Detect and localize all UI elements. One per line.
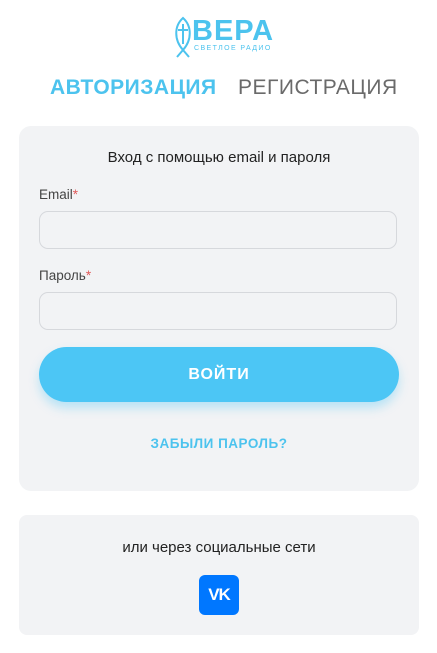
logo-tagline: светлое радио [194,45,272,52]
forgot-password-link[interactable]: ЗАБЫЛИ ПАРОЛЬ? [19,436,419,451]
login-button[interactable]: ВОЙТИ [39,347,399,402]
fish-cross-icon [175,16,191,58]
tab-registration[interactable]: РЕГИСТРАЦИЯ [238,73,398,103]
logo[interactable]: ВЕРА светлое радио [172,16,273,60]
email-field[interactable] [39,211,397,249]
tab-authorization[interactable]: АВТОРИЗАЦИЯ [50,73,217,103]
password-label: Пароль* [39,268,92,283]
required-mark: * [85,268,92,283]
email-label: Email* [39,187,79,202]
login-card: Вход с помощью email и пароля Email* Пар… [19,126,419,491]
password-field[interactable] [39,292,397,330]
logo-wordmark: ВЕРА [192,15,275,47]
auth-tabs: АВТОРИЗАЦИЯ РЕГИСТРАЦИЯ [0,73,437,103]
social-title: или через социальные сети [122,539,316,556]
vk-icon[interactable]: VK [199,575,239,615]
required-mark: * [72,187,79,202]
social-login-card: или через социальные сети VK [19,515,419,635]
login-title: Вход с помощью email и пароля [107,149,331,166]
